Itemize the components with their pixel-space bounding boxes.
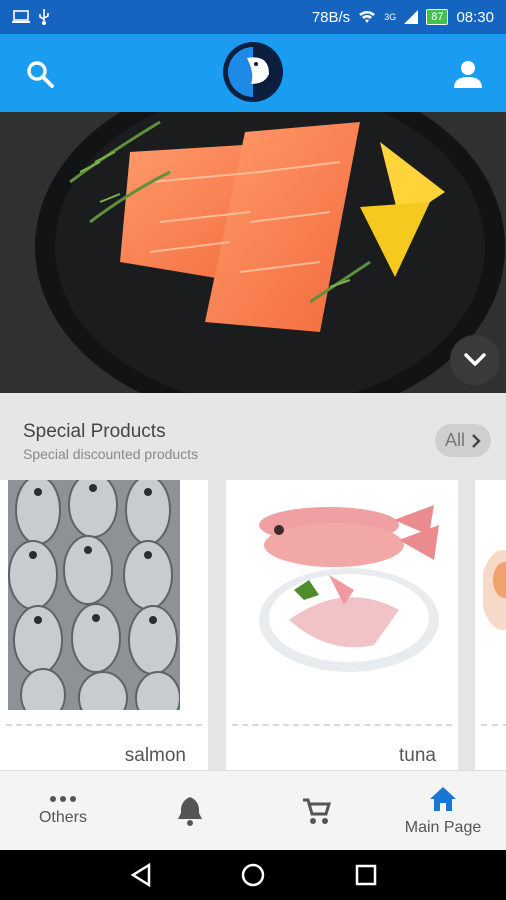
all-button[interactable]: All	[435, 424, 491, 457]
salmon-product-image	[8, 480, 180, 710]
chevron-down-icon	[464, 353, 486, 366]
usb-icon	[39, 9, 49, 25]
back-triangle-icon	[130, 863, 151, 887]
profile-button[interactable]	[448, 54, 488, 94]
card-divider	[232, 724, 452, 726]
battery-indicator: 87	[426, 9, 449, 25]
product-card-tuna[interactable]: tuna	[226, 480, 458, 780]
card-divider	[481, 724, 506, 726]
recents-button[interactable]	[353, 862, 379, 888]
product-name: salmon	[124, 745, 186, 766]
nav-others-label: Others	[38, 809, 87, 826]
special-products-section: Special Products Special discounted prod…	[0, 393, 506, 780]
person-icon	[454, 61, 482, 88]
expand-button[interactable]	[450, 335, 500, 385]
nav-notifications[interactable]	[127, 771, 253, 851]
recents-square-icon	[355, 864, 377, 886]
section-subtitle: Special discounted products	[23, 446, 199, 462]
bell-icon	[178, 797, 202, 826]
product-name: tuna	[399, 745, 436, 766]
hero-banner[interactable]	[0, 112, 506, 393]
search-button[interactable]	[20, 54, 60, 94]
network-speed: 78B/s	[311, 8, 351, 26]
product-card-salmon[interactable]: salmon	[0, 480, 208, 780]
signal-label: 3G	[384, 12, 397, 22]
app-bar	[0, 34, 506, 112]
nav-main-page[interactable]: Main Page	[380, 771, 506, 851]
tuna-product-image	[234, 480, 450, 710]
search-icon	[27, 61, 54, 88]
status-bar: 78B/s 3G 87 08:30	[0, 0, 506, 34]
home-circle-icon	[241, 863, 265, 887]
bottom-navigation: Others Main Page	[0, 770, 506, 851]
laptop-icon	[12, 10, 30, 23]
salmon-fillets-image	[0, 112, 506, 393]
system-navigation-bar	[0, 850, 506, 900]
more-dots-icon	[50, 796, 76, 802]
card-divider	[6, 724, 202, 726]
status-right: 78B/s 3G 87 08:30	[312, 9, 494, 26]
nav-others[interactable]: Others	[0, 771, 126, 851]
app-logo[interactable]	[223, 42, 283, 102]
home-button[interactable]	[240, 862, 266, 888]
section-title: Special Products	[23, 421, 166, 442]
chevron-right-icon	[472, 433, 481, 448]
cart-icon	[303, 798, 331, 824]
product-card-partial[interactable]	[475, 480, 506, 780]
wifi-icon	[359, 11, 376, 23]
partial-product-image	[483, 480, 506, 710]
all-label: All	[444, 430, 465, 450]
nav-main-page-label: Main Page	[404, 819, 482, 836]
cell-signal-icon	[404, 10, 419, 24]
status-time: 08:30	[456, 8, 494, 26]
status-left	[12, 9, 50, 25]
back-button[interactable]	[128, 862, 154, 888]
home-icon	[430, 787, 456, 811]
penguin-logo	[226, 45, 280, 99]
nav-cart[interactable]	[253, 771, 379, 851]
